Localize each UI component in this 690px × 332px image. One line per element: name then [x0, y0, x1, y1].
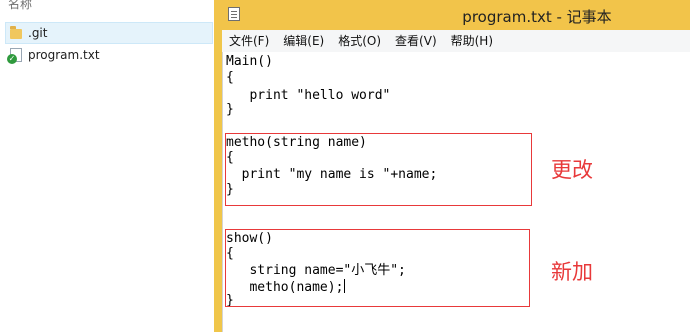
- menu-file[interactable]: 文件(F): [222, 30, 276, 52]
- code-line: print "hello word": [226, 88, 391, 103]
- notepad-window: program.txt - 记事本 文件(F) 编辑(E) 格式(O) 查看(V…: [214, 0, 690, 332]
- text-editor[interactable]: Main() { print "hello word" } metho(stri…: [222, 52, 690, 332]
- code-line: {: [226, 70, 234, 85]
- menu-bar: 文件(F) 编辑(E) 格式(O) 查看(V) 帮助(H): [222, 30, 690, 53]
- changed-annotation-label: 更改: [551, 158, 593, 182]
- file-explorer-pane: 名称 .git ✓ program.txt: [0, 0, 214, 332]
- menu-view[interactable]: 查看(V): [388, 30, 444, 52]
- checkmark-icon: ✓: [7, 54, 17, 64]
- text-file-icon: ✓: [7, 48, 22, 64]
- menu-format[interactable]: 格式(O): [331, 30, 388, 52]
- file-name: program.txt: [28, 48, 100, 62]
- title-bar[interactable]: program.txt - 记事本: [214, 0, 690, 30]
- added-section-highlight-box: [225, 229, 530, 307]
- folder-icon: [10, 26, 22, 39]
- added-annotation-label: 新加: [551, 260, 593, 284]
- changed-section-highlight-box: [225, 133, 532, 206]
- menu-help[interactable]: 帮助(H): [444, 30, 500, 52]
- file-row-program-txt[interactable]: ✓ program.txt: [6, 45, 212, 65]
- name-column-header[interactable]: 名称: [8, 0, 32, 12]
- window-title: program.txt - 记事本: [462, 8, 612, 26]
- code-line: }: [226, 102, 234, 117]
- code-line: Main(): [226, 54, 273, 69]
- file-name: .git: [28, 26, 48, 40]
- file-row-git[interactable]: .git: [5, 22, 213, 44]
- menu-edit[interactable]: 编辑(E): [276, 30, 331, 52]
